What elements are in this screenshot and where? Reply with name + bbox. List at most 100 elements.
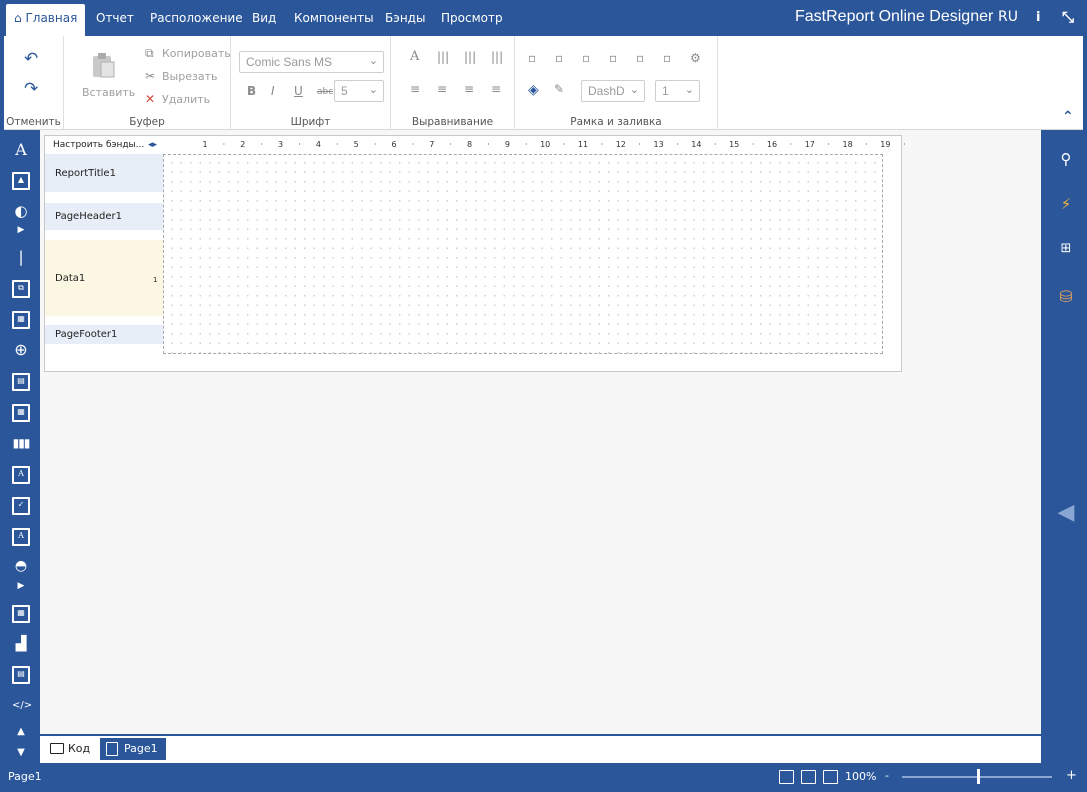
top-bar: ⌂ Главная Отчет Расположение Вид Компоне… <box>0 0 1087 36</box>
crosstab-object-icon[interactable]: ▦ <box>12 404 30 422</box>
align-center-vertical-icon[interactable]: ||| <box>464 50 476 64</box>
chevron-down-icon: ⌄ <box>684 84 694 96</box>
border-width-select[interactable]: 1 ⌄ <box>655 80 700 102</box>
data-source-icon[interactable]: ⛁ <box>1057 287 1075 306</box>
richtext-object-icon[interactable]: A <box>12 466 30 484</box>
align-left-icon[interactable]: ≡ <box>410 82 420 96</box>
border-top-icon[interactable]: ▫ <box>555 51 563 65</box>
language-button[interactable]: RU <box>998 9 1018 25</box>
paste-button[interactable]: Вставить <box>82 86 135 99</box>
line-color-icon[interactable]: ✎ <box>554 82 564 96</box>
code-object-icon[interactable]: </> <box>12 697 32 715</box>
font-size-select[interactable]: 5 ⌄ <box>334 80 384 102</box>
tab-code[interactable]: Код <box>44 738 98 760</box>
table-object-icon[interactable]: ▦ <box>12 311 30 329</box>
border-none-icon[interactable]: ▫ <box>663 51 671 65</box>
text-object-icon[interactable]: A <box>12 141 30 159</box>
ruler-half-mark: · <box>865 140 868 149</box>
italic-icon[interactable]: I <box>271 84 275 98</box>
html-object-icon[interactable]: A <box>12 528 30 546</box>
tab-layout[interactable]: Расположение <box>150 4 243 36</box>
band-page-header[interactable]: PageHeader1 <box>45 203 163 230</box>
zoom-slider-thumb[interactable] <box>977 769 980 784</box>
border-right-icon[interactable]: ▫ <box>636 51 644 65</box>
barcode-object-icon[interactable]: ▮▮▮ <box>12 434 31 452</box>
text-format-icon[interactable]: A <box>410 50 419 64</box>
align-group-label: Выравнивание <box>411 116 494 128</box>
actual-size-icon[interactable] <box>823 770 838 784</box>
band-report-title[interactable]: ReportTitle1 <box>45 154 163 192</box>
chart-object-icon[interactable]: ▟ <box>12 635 30 653</box>
tab-bands[interactable]: Бэнды <box>385 4 425 36</box>
report-tree-icon[interactable]: ⊞ <box>1057 241 1075 259</box>
scroll-up-icon[interactable]: ▲ <box>12 723 30 741</box>
ruler-half-mark: · <box>789 140 793 149</box>
expand-panel-icon[interactable]: ◀ <box>1057 500 1075 525</box>
cut-button[interactable]: Вырезать <box>162 70 217 83</box>
border-bottom-icon[interactable]: ▫ <box>609 51 617 65</box>
checkbox-object-icon[interactable]: ✓ <box>12 497 30 515</box>
bold-icon[interactable]: B <box>247 84 256 98</box>
matrix-object-icon[interactable]: ▤ <box>12 373 30 391</box>
undo-icon[interactable]: ↶ <box>24 51 38 68</box>
paste-icon[interactable] <box>88 50 118 80</box>
dialog-object-icon[interactable]: ▤ <box>12 666 30 684</box>
line-object-icon[interactable]: | <box>12 248 30 266</box>
picture-object-icon[interactable]: ▲ <box>12 172 30 190</box>
fit-width-icon[interactable] <box>779 770 794 784</box>
configure-bands-button[interactable]: Настроить бэнды... <box>45 136 163 154</box>
web-object-icon[interactable]: ⊕ <box>12 341 30 359</box>
design-workspace: Настроить бэнды... ◂▸ 1 · 2 · 3 · 4 · 5 · 6 · 7 · 8 · 9 ·… <box>40 130 1041 734</box>
fit-page-icon[interactable] <box>801 770 816 784</box>
tab-view[interactable]: Вид <box>252 4 276 36</box>
ruler-tick-label: 17 <box>804 140 815 149</box>
zoom-out-button[interactable]: - <box>885 769 889 782</box>
ruler-tick-label: 18 <box>842 140 853 149</box>
buffer-group: Вставить ⧉ Копировать ✂ Вырезать ✕ Удали… <box>64 36 231 130</box>
info-icon[interactable]: i <box>1036 10 1040 25</box>
ruler-half-mark: · <box>411 140 415 149</box>
shape-object-icon[interactable]: ◐ <box>12 202 30 220</box>
tab-report[interactable]: Отчет <box>96 4 134 36</box>
border-left-icon[interactable]: ▫ <box>582 51 590 65</box>
events-lightning-icon[interactable]: ⚡ <box>1057 195 1075 213</box>
strikethrough-icon[interactable]: abc <box>317 85 333 99</box>
fullscreen-icon[interactable]: ⤡ <box>1062 8 1074 26</box>
copy-button[interactable]: Копировать <box>162 47 231 60</box>
ruler-tick-label: 7 <box>429 140 435 149</box>
tab-page1[interactable]: Page1 <box>100 738 166 760</box>
font-family-select[interactable]: Comic Sans MS ⌄ <box>239 51 384 73</box>
ruler-half-mark: · <box>260 140 263 149</box>
expand-shapes-icon[interactable]: ▶ <box>12 221 30 239</box>
delete-button[interactable]: Удалить <box>162 93 210 106</box>
align-right-vertical-icon[interactable]: ||| <box>491 50 503 64</box>
redo-icon[interactable]: ↷ <box>24 81 38 98</box>
band-resize-icon[interactable]: ◂▸ <box>148 140 157 150</box>
ruler-tick-label: 3 <box>278 140 284 149</box>
chevron-down-icon: ⌄ <box>368 84 378 96</box>
align-left-vertical-icon[interactable]: ||| <box>437 50 449 64</box>
map-object-icon[interactable]: ▦ <box>12 605 30 623</box>
tab-home[interactable]: ⌂ Главная <box>6 4 86 36</box>
ruler-half-mark: · <box>903 140 906 149</box>
zoom-in-button[interactable]: + <box>1066 768 1077 783</box>
fill-color-icon[interactable]: ◈ <box>528 83 539 97</box>
align-justify-icon[interactable]: ≡ <box>491 82 501 96</box>
band-data[interactable]: Data1 <box>45 240 163 316</box>
scroll-down-icon[interactable]: ▼ <box>12 744 30 762</box>
expand-gauges-icon[interactable]: ▶ <box>12 577 30 595</box>
gauge-object-icon[interactable]: ◓ <box>12 557 30 575</box>
underline-icon[interactable]: U <box>294 84 303 98</box>
design-surface[interactable] <box>163 154 883 354</box>
wrench-icon[interactable]: ⚲ <box>1057 150 1075 168</box>
border-all-icon[interactable]: ▫ <box>528 51 536 65</box>
align-center-icon[interactable]: ≡ <box>437 82 447 96</box>
tab-preview[interactable]: Просмотр <box>441 4 503 36</box>
band-page-footer[interactable]: PageFooter1 <box>45 325 163 344</box>
border-settings-icon[interactable]: ⚙ <box>690 51 701 65</box>
align-right-icon[interactable]: ≡ <box>464 82 474 96</box>
subreport-object-icon[interactable]: ⧉ <box>12 280 30 298</box>
border-style-select[interactable]: DashD ⌄ <box>581 80 645 102</box>
tab-components[interactable]: Компоненты <box>294 4 374 36</box>
collapse-ribbon-icon[interactable]: ⌃ <box>1062 110 1074 124</box>
